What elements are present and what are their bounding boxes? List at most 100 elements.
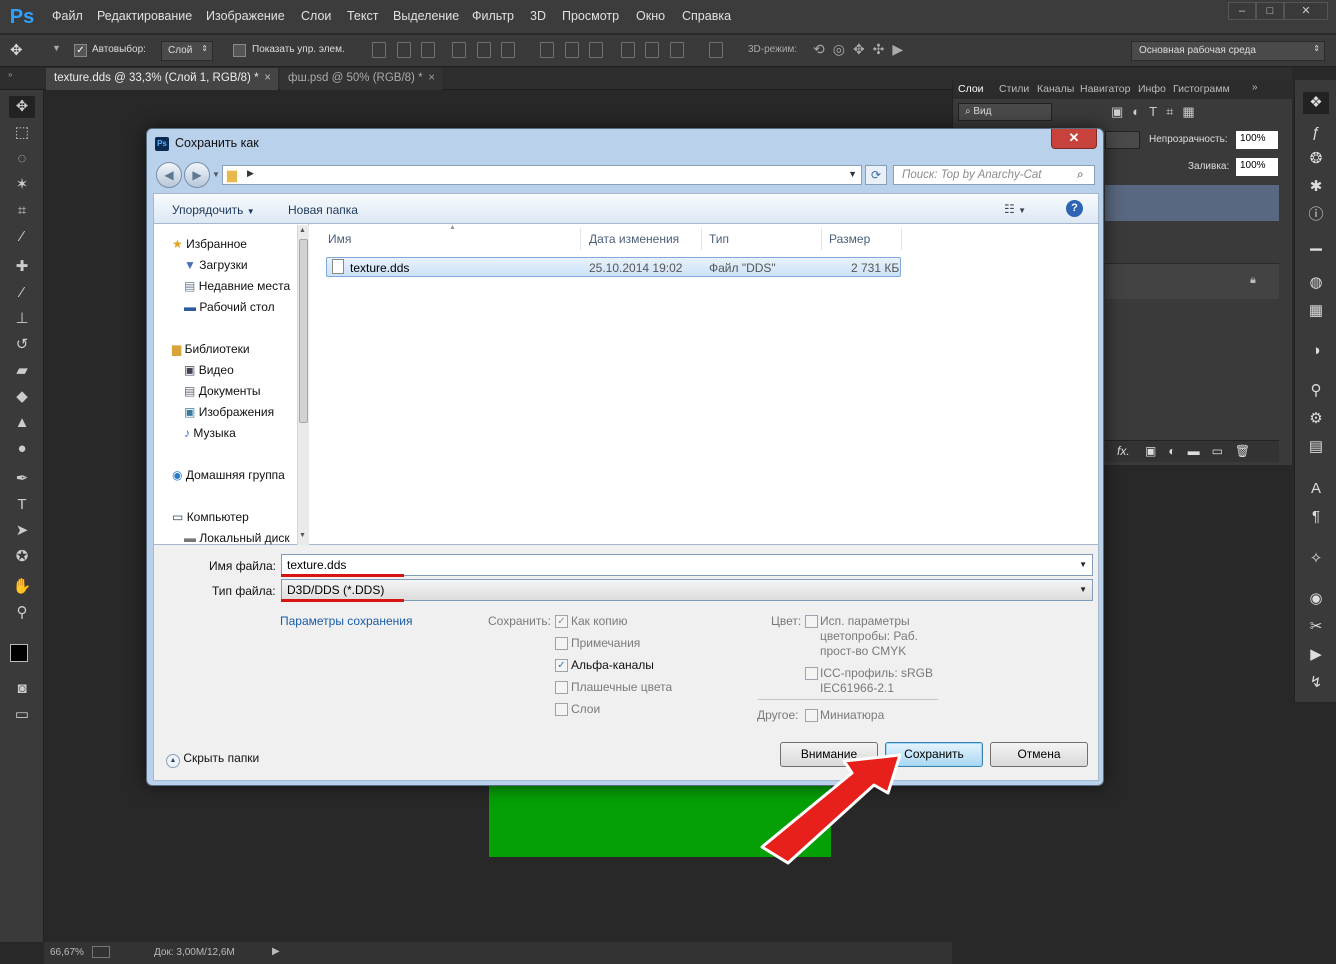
checkbox-spot[interactable] — [555, 681, 568, 694]
filetype-select[interactable]: D3D/DDS (*.DDS) ▼ — [281, 579, 1093, 601]
breadcrumb-arrow-icon[interactable]: ▶ — [247, 168, 254, 179]
menu-help[interactable]: Справка — [682, 9, 731, 23]
nav-favorites[interactable]: ★ Избранное — [172, 237, 247, 251]
new-folder-button[interactable]: Новая папка — [288, 203, 358, 217]
paragraph-icon[interactable]: ¶ — [1303, 506, 1329, 528]
maximize-button[interactable]: □ — [1256, 2, 1284, 20]
tab-channels[interactable]: Каналы — [1037, 83, 1074, 95]
tabs-collapse-icon[interactable]: » — [8, 70, 12, 79]
menu-layers[interactable]: Слои — [301, 9, 331, 23]
quick-mask-icon[interactable]: ◙ — [9, 678, 35, 700]
pen-tool-icon[interactable]: ✒ — [9, 468, 35, 490]
search-input[interactable]: Поиск: Top by Anarchy-Cat — [893, 165, 1095, 185]
checkbox-notes[interactable] — [555, 637, 568, 650]
healing-brush-icon[interactable]: ✚ — [9, 256, 35, 278]
tab-histogram[interactable]: Гистограмм — [1173, 83, 1230, 95]
organize-button[interactable]: Упорядочить ▼ — [172, 203, 255, 217]
tab-info[interactable]: Инфо — [1138, 83, 1166, 95]
nav-local-disk[interactable]: ▬ Локальный диск — [184, 531, 290, 545]
blur-tool-icon[interactable]: ▲ — [9, 412, 35, 434]
autoselect-dropdown[interactable]: Слой ⇕ — [161, 41, 213, 61]
lasso-tool-icon[interactable]: ◌ — [9, 148, 35, 170]
nav-music[interactable]: ♪ Музыка — [184, 426, 236, 440]
3d-tools-icon[interactable]: ⟲◎✥✣▶ — [813, 41, 911, 58]
workspace-dropdown[interactable]: Основная рабочая среда ⇕ — [1131, 41, 1325, 61]
nav-homegroup[interactable]: ◉ Домашняя группа — [172, 468, 285, 482]
forward-button[interactable]: ▶ — [184, 162, 210, 188]
address-bar[interactable]: ▆ ▶ ▼ — [222, 165, 862, 185]
menu-image[interactable]: Изображение — [206, 9, 285, 23]
distribute-bottom-icon[interactable] — [589, 42, 603, 58]
hide-folders-button[interactable]: ▲ Скрыть папки — [166, 751, 259, 768]
actions-icon[interactable]: ▶ — [1303, 644, 1329, 666]
help-icon[interactable]: ? — [1066, 200, 1083, 217]
character-icon[interactable]: A — [1303, 478, 1329, 500]
layers-icon[interactable]: ❖ — [1303, 92, 1329, 114]
checkbox-layers[interactable] — [555, 703, 568, 716]
hand-tool-icon[interactable]: ✋ — [9, 576, 35, 598]
panel-expand-icon[interactable]: » — [1252, 82, 1258, 93]
distribute-right-icon[interactable] — [670, 42, 684, 58]
3d-icon[interactable]: ◉ — [1303, 588, 1329, 610]
minimize-button[interactable]: – — [1228, 2, 1256, 20]
menu-filter[interactable]: Фильтр — [472, 9, 514, 23]
distribute-vcenter-icon[interactable] — [565, 42, 579, 58]
show-controls-checkbox[interactable] — [233, 44, 246, 57]
checkbox-icc[interactable] — [805, 667, 818, 680]
tool-presets-icon[interactable]: ▤ — [1303, 436, 1329, 458]
swatches-icon[interactable]: ▦ — [1303, 300, 1329, 322]
nav-video[interactable]: ▣ Видео — [184, 363, 234, 377]
type-tool-icon[interactable]: T — [9, 494, 35, 516]
align-vcenter-icon[interactable] — [397, 42, 411, 58]
chevron-down-icon[interactable]: ▼ — [52, 43, 61, 53]
tab-layers[interactable]: Слои — [958, 83, 984, 95]
nav-documents[interactable]: ▤ Документы — [184, 384, 261, 398]
layer-filter-dropdown[interactable]: ⌕ Вид — [958, 103, 1052, 121]
align-bottom-icon[interactable] — [421, 42, 435, 58]
cancel-button[interactable]: Отмена — [990, 742, 1088, 767]
menu-select[interactable]: Выделение — [393, 9, 459, 23]
fx-styles-icon[interactable]: ƒ — [1303, 122, 1329, 144]
paths-icon[interactable]: ✧ — [1303, 548, 1329, 570]
align-hcenter-icon[interactable] — [477, 42, 491, 58]
status-menu-icon[interactable]: ▶ — [272, 946, 280, 957]
refresh-button[interactable]: ⟳ — [865, 165, 887, 185]
stamp-tool-icon[interactable]: ⊥ — [9, 308, 35, 330]
opacity-input[interactable]: 100% — [1236, 131, 1278, 149]
close-icon[interactable]: × — [428, 72, 435, 84]
move-tool-icon[interactable]: ✥ — [9, 96, 35, 118]
marquee-tool-icon[interactable]: ⬚ — [9, 122, 35, 144]
menu-3d[interactable]: 3D — [530, 9, 546, 23]
scroll-down-icon[interactable]: ▼ — [299, 532, 306, 539]
close-icon[interactable]: × — [264, 72, 271, 84]
path-select-icon[interactable]: ➤ — [9, 520, 35, 542]
column-type[interactable]: Тип — [709, 232, 729, 246]
nav-libraries[interactable]: ▆ Библиотеки — [172, 342, 250, 356]
eraser-icon[interactable]: ▰ — [9, 360, 35, 382]
magic-wand-icon[interactable]: ✶ — [9, 174, 35, 196]
menu-text[interactable]: Текст — [347, 9, 378, 23]
tab-fsh-psd[interactable]: фш.psd @ 50% (RGB/8) * × — [280, 68, 442, 90]
menu-window[interactable]: Окно — [636, 9, 665, 23]
dodge-tool-icon[interactable]: ● — [9, 438, 35, 460]
distribute-left-icon[interactable] — [621, 42, 635, 58]
nav-desktop[interactable]: ▬ Рабочий стол — [184, 300, 275, 314]
search-icon[interactable]: ⌕ — [1077, 167, 1084, 182]
shape-tool-icon[interactable]: ✪ — [9, 546, 35, 568]
histogram-icon[interactable]: ▁ — [1303, 232, 1329, 254]
info-icon[interactable]: ⓘ — [1303, 204, 1329, 226]
paint-bucket-icon[interactable]: ◆ — [9, 386, 35, 408]
brush-presets-icon[interactable]: ⚲ — [1303, 380, 1329, 402]
eyedropper-icon[interactable]: ⁄ — [9, 226, 35, 248]
color-icon[interactable]: ◍ — [1303, 272, 1329, 294]
align-left-icon[interactable] — [452, 42, 466, 58]
layer-filter-icons[interactable]: ▣◐T⌗▦ — [1111, 104, 1204, 120]
close-window-button[interactable]: ✕ — [1284, 2, 1328, 20]
column-date[interactable]: Дата изменения — [589, 232, 679, 246]
tools-icon[interactable]: ✂ — [1303, 616, 1329, 638]
chevron-down-icon[interactable]: ▼ — [1079, 585, 1087, 594]
nav-recent[interactable]: ▤ Недавние места — [184, 279, 290, 293]
nav-computer[interactable]: ▭ Компьютер — [172, 510, 249, 524]
autoselect-checkbox[interactable]: ✓ — [74, 44, 87, 57]
layer-actions-icons[interactable]: ▣◐▬▭🗑︎ — [1145, 444, 1262, 458]
